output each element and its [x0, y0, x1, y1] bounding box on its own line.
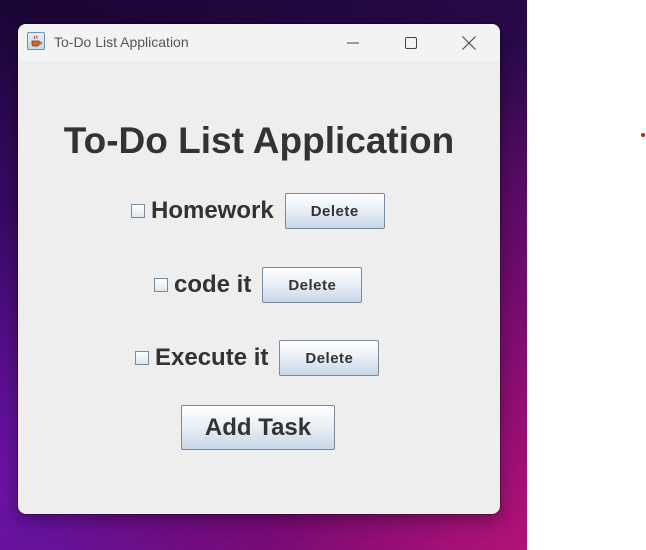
minimize-icon — [347, 42, 359, 43]
maximize-icon — [405, 36, 417, 49]
title-bar[interactable]: To-Do List Application — [18, 24, 500, 61]
page-title: To-Do List Application — [63, 120, 455, 161]
task-checkbox[interactable] — [154, 278, 168, 292]
delete-button[interactable]: Delete — [262, 267, 363, 303]
task-label: code it — [174, 271, 252, 298]
task-checkbox[interactable] — [131, 204, 145, 218]
task-label: Execute it — [155, 344, 269, 371]
maximize-button[interactable] — [382, 24, 440, 61]
delete-button[interactable]: Delete — [279, 340, 380, 376]
java-coffee-cup-icon — [27, 32, 45, 50]
red-dot — [641, 133, 645, 137]
delete-button[interactable]: Delete — [284, 193, 385, 229]
task-checkbox[interactable] — [135, 351, 149, 365]
close-icon — [462, 35, 476, 50]
task-row: Homework Delete — [131, 193, 385, 229]
minimize-button[interactable] — [324, 24, 382, 61]
task-row: Execute it Delete — [135, 340, 380, 376]
desktop-background — [527, 0, 646, 550]
add-task-button[interactable]: Add Task — [181, 405, 335, 450]
close-button[interactable] — [440, 24, 498, 61]
task-row: code it Delete — [154, 267, 363, 303]
window-title: To-Do List Application — [54, 34, 189, 50]
task-label: Homework — [151, 197, 274, 224]
app-window: To-Do List Application To-Do List Applic… — [18, 24, 500, 514]
